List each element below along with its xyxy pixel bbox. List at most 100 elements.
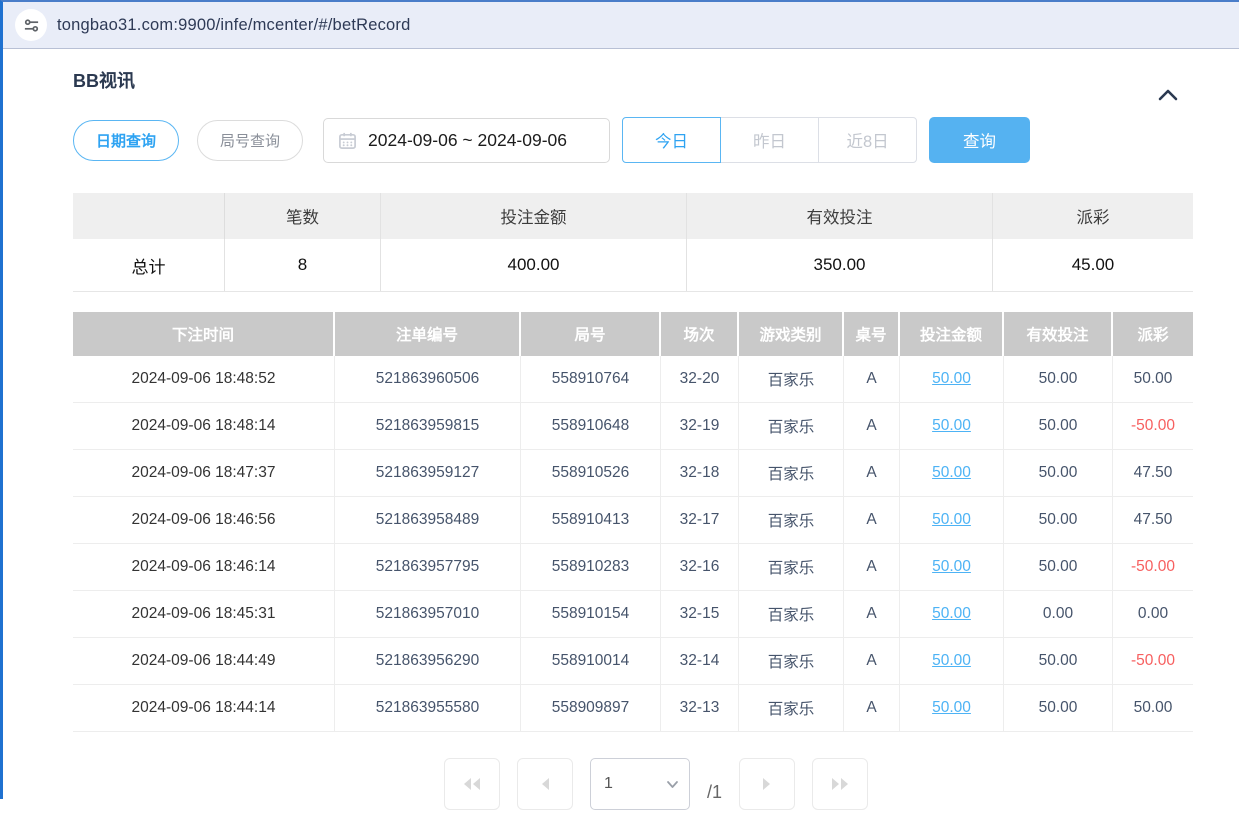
col-table-no: 桌号 (844, 312, 900, 356)
cell-bet-amount: 50.00 (900, 403, 1004, 450)
cell-round-no: 558910764 (521, 356, 661, 403)
bet-table-header: 下注时间 注单编号 局号 场次 游戏类别 桌号 投注金额 有效投注 派彩 (73, 312, 1193, 356)
last-page-button[interactable] (812, 758, 868, 810)
cell-payout: 50.00 (1113, 685, 1193, 732)
next-page-button[interactable] (739, 758, 795, 810)
cell-game-type: 百家乐 (739, 356, 844, 403)
table-row: 2024-09-06 18:48:52521863960506558910764… (73, 356, 1193, 403)
first-page-button[interactable] (444, 758, 500, 810)
cell-game-type: 百家乐 (739, 638, 844, 685)
cell-game-type: 百家乐 (739, 403, 844, 450)
cell-table-no: A (844, 685, 900, 732)
cell-game-type: 百家乐 (739, 685, 844, 732)
table-row: 2024-09-06 18:45:31521863957010558910154… (73, 591, 1193, 638)
cell-game-type: 百家乐 (739, 497, 844, 544)
bet-amount-link[interactable]: 50.00 (932, 558, 971, 576)
cell-table-no: A (844, 497, 900, 544)
cell-bet-time: 2024-09-06 18:48:14 (73, 403, 335, 450)
cell-session: 32-14 (661, 638, 739, 685)
bet-amount-link[interactable]: 50.00 (932, 652, 971, 670)
cell-bet-amount: 50.00 (900, 685, 1004, 732)
cell-bet-amount: 50.00 (900, 450, 1004, 497)
double-arrow-right-icon (829, 776, 851, 792)
quick-range-last8days[interactable]: 近8日 (818, 117, 917, 163)
bet-amount-link[interactable]: 50.00 (932, 417, 971, 435)
cell-bet-amount: 50.00 (900, 356, 1004, 403)
cell-session: 32-18 (661, 450, 739, 497)
cell-payout: 47.50 (1113, 450, 1193, 497)
pagination: 1 /1 (73, 758, 1239, 818)
table-row: 2024-09-06 18:46:14521863957795558910283… (73, 544, 1193, 591)
cell-ticket-no: 521863955580 (335, 685, 521, 732)
bet-amount-link[interactable]: 50.00 (932, 605, 971, 623)
cell-payout: 47.50 (1113, 497, 1193, 544)
cell-payout: -50.00 (1113, 403, 1193, 450)
col-bet-time: 下注时间 (73, 312, 335, 356)
tab-round-query[interactable]: 局号查询 (197, 120, 303, 161)
tune-icon (23, 17, 40, 34)
search-button[interactable]: 查询 (929, 117, 1030, 163)
browser-url-bar: tongbao31.com:9900/infe/mcenter/#/betRec… (3, 2, 1239, 49)
cell-game-type: 百家乐 (739, 591, 844, 638)
bet-record-panel: BB视讯 日期查询 局号查询 2024-09-06 ~ 2024-09-06 今… (3, 67, 1239, 818)
cell-game-type: 百家乐 (739, 450, 844, 497)
cell-bet-time: 2024-09-06 18:44:14 (73, 685, 335, 732)
cell-session: 32-17 (661, 497, 739, 544)
cell-bet-time: 2024-09-06 18:46:56 (73, 497, 335, 544)
cell-round-no: 558910413 (521, 497, 661, 544)
cell-bet-time: 2024-09-06 18:46:14 (73, 544, 335, 591)
page-total-label: /1 (707, 782, 722, 803)
cell-valid-bet: 0.00 (1004, 591, 1113, 638)
page-select[interactable]: 1 (590, 758, 690, 810)
cell-ticket-no: 521863959127 (335, 450, 521, 497)
cell-round-no: 558910648 (521, 403, 661, 450)
date-range-value: 2024-09-06 ~ 2024-09-06 (368, 130, 567, 151)
table-row: 2024-09-06 18:48:14521863959815558910648… (73, 403, 1193, 450)
tab-date-query[interactable]: 日期查询 (73, 120, 179, 161)
arrow-right-icon (760, 776, 774, 792)
cell-ticket-no: 521863958489 (335, 497, 521, 544)
bet-amount-link[interactable]: 50.00 (932, 370, 971, 388)
site-settings-button[interactable] (15, 9, 47, 41)
prev-page-button[interactable] (517, 758, 573, 810)
calendar-icon (338, 131, 357, 150)
cell-bet-time: 2024-09-06 18:44:49 (73, 638, 335, 685)
bet-table-body: 2024-09-06 18:48:52521863960506558910764… (73, 356, 1193, 732)
summary-header-valid-bet: 有效投注 (687, 193, 993, 239)
table-row: 2024-09-06 18:46:56521863958489558910413… (73, 497, 1193, 544)
cell-table-no: A (844, 544, 900, 591)
url-text[interactable]: tongbao31.com:9900/infe/mcenter/#/betRec… (57, 16, 411, 35)
cell-ticket-no: 521863957795 (335, 544, 521, 591)
quick-range-today[interactable]: 今日 (622, 117, 721, 163)
cell-valid-bet: 50.00 (1004, 544, 1113, 591)
col-round-no: 局号 (521, 312, 661, 356)
cell-bet-time: 2024-09-06 18:45:31 (73, 591, 335, 638)
col-session: 场次 (661, 312, 739, 356)
col-ticket-no: 注单编号 (335, 312, 521, 356)
cell-table-no: A (844, 638, 900, 685)
cell-round-no: 558910283 (521, 544, 661, 591)
col-valid-bet: 有效投注 (1004, 312, 1113, 356)
summary-header-row: 笔数 投注金额 有效投注 派彩 (73, 193, 1193, 239)
cell-bet-time: 2024-09-06 18:48:52 (73, 356, 335, 403)
cell-table-no: A (844, 403, 900, 450)
quick-range-yesterday[interactable]: 昨日 (720, 117, 819, 163)
bet-amount-link[interactable]: 50.00 (932, 464, 971, 482)
cell-table-no: A (844, 356, 900, 403)
cell-game-type: 百家乐 (739, 544, 844, 591)
summary-header-payout: 派彩 (993, 193, 1193, 239)
summary-total-count: 8 (225, 239, 381, 291)
bet-record-table: 下注时间 注单编号 局号 场次 游戏类别 桌号 投注金额 有效投注 派彩 202… (73, 312, 1193, 732)
date-range-input[interactable]: 2024-09-06 ~ 2024-09-06 (323, 118, 610, 163)
cell-payout: -50.00 (1113, 638, 1193, 685)
cell-valid-bet: 50.00 (1004, 403, 1113, 450)
collapse-panel-button[interactable] (1154, 81, 1182, 109)
cell-valid-bet: 50.00 (1004, 356, 1113, 403)
table-row: 2024-09-06 18:47:37521863959127558910526… (73, 450, 1193, 497)
cell-round-no: 558910014 (521, 638, 661, 685)
cell-bet-amount: 50.00 (900, 544, 1004, 591)
bet-amount-link[interactable]: 50.00 (932, 511, 971, 529)
bet-amount-link[interactable]: 50.00 (932, 699, 971, 717)
summary-table: 笔数 投注金额 有效投注 派彩 总计 8 400.00 350.00 45.00 (73, 193, 1193, 292)
cell-bet-amount: 50.00 (900, 638, 1004, 685)
